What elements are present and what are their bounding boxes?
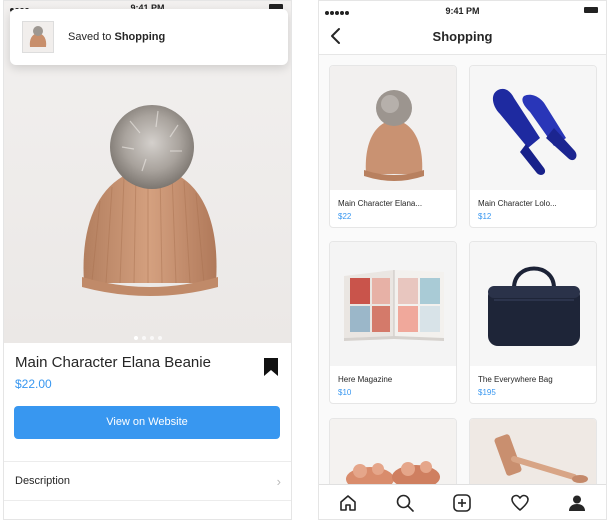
shopping-collection-screen: 9:41 PM Shopping Main Character Elana...… <box>318 0 607 520</box>
description-label: Description <box>15 475 71 487</box>
tab-search[interactable] <box>390 488 420 518</box>
tab-add[interactable] <box>447 488 477 518</box>
saved-toast[interactable]: Saved to Shopping <box>10 9 288 65</box>
product-card[interactable]: The Everywhere Bag $195 <box>469 241 597 404</box>
product-card-name: The Everywhere Bag <box>478 375 553 384</box>
status-bar: 9:41 PM <box>319 1 606 19</box>
carousel-dot <box>149 336 154 340</box>
toast-collection[interactable]: Shopping <box>114 31 165 43</box>
add-icon <box>453 494 472 512</box>
product-card-price: $195 <box>478 388 496 397</box>
view-on-website-button[interactable]: View on Website <box>14 406 280 439</box>
beanie-image <box>364 90 424 181</box>
product-card-price: $12 <box>478 212 492 221</box>
bottom-tab-bar <box>319 484 606 519</box>
home-icon <box>339 495 356 511</box>
heart-icon <box>511 494 529 511</box>
description-row[interactable]: Description › <box>4 461 291 501</box>
tab-profile[interactable] <box>562 488 592 518</box>
profile-icon <box>569 495 586 511</box>
beanie-thumb-icon <box>29 26 47 47</box>
carousel-dot <box>133 336 138 340</box>
carousel-indicator <box>4 327 291 345</box>
mittens-image <box>492 88 577 175</box>
battery-icon <box>584 7 598 13</box>
beanie-image <box>82 105 218 296</box>
product-card-image <box>470 66 596 190</box>
carousel-dot <box>141 336 146 340</box>
product-price: $22.00 <box>15 377 52 391</box>
product-card-image <box>330 66 456 190</box>
product-detail-screen: 9:41 PM Saved to Shopping Main Character… <box>3 0 292 520</box>
product-card-image <box>330 242 456 366</box>
carousel-dot <box>157 336 162 340</box>
page-title: Shopping <box>432 29 493 44</box>
toast-thumbnail <box>22 21 54 53</box>
product-name: Main Character Elana Beanie <box>15 354 211 371</box>
status-time: 9:41 PM <box>445 6 480 16</box>
product-card[interactable]: Here Magazine $10 <box>329 241 457 404</box>
bag-image <box>488 266 580 346</box>
product-card-price: $22 <box>338 212 352 221</box>
product-card-name: Here Magazine <box>338 375 393 384</box>
toast-prefix: Saved to <box>68 31 112 43</box>
product-card[interactable]: Main Character Lolo... $12 <box>469 65 597 228</box>
tab-activity[interactable] <box>505 488 535 518</box>
tab-home[interactable] <box>333 488 363 518</box>
toast-message: Saved to Shopping <box>68 31 165 43</box>
product-card-price: $10 <box>338 388 352 397</box>
product-card-image <box>470 242 596 366</box>
bookmark-icon[interactable] <box>263 357 279 377</box>
product-card[interactable]: Main Character Elana... $22 <box>329 65 457 228</box>
product-card-name: Main Character Lolo... <box>478 199 557 208</box>
nav-header: Shopping <box>319 19 606 55</box>
product-card-name: Main Character Elana... <box>338 199 423 208</box>
chevron-right-icon: › <box>276 474 281 489</box>
search-icon <box>396 494 414 512</box>
magazine-image <box>344 270 444 341</box>
